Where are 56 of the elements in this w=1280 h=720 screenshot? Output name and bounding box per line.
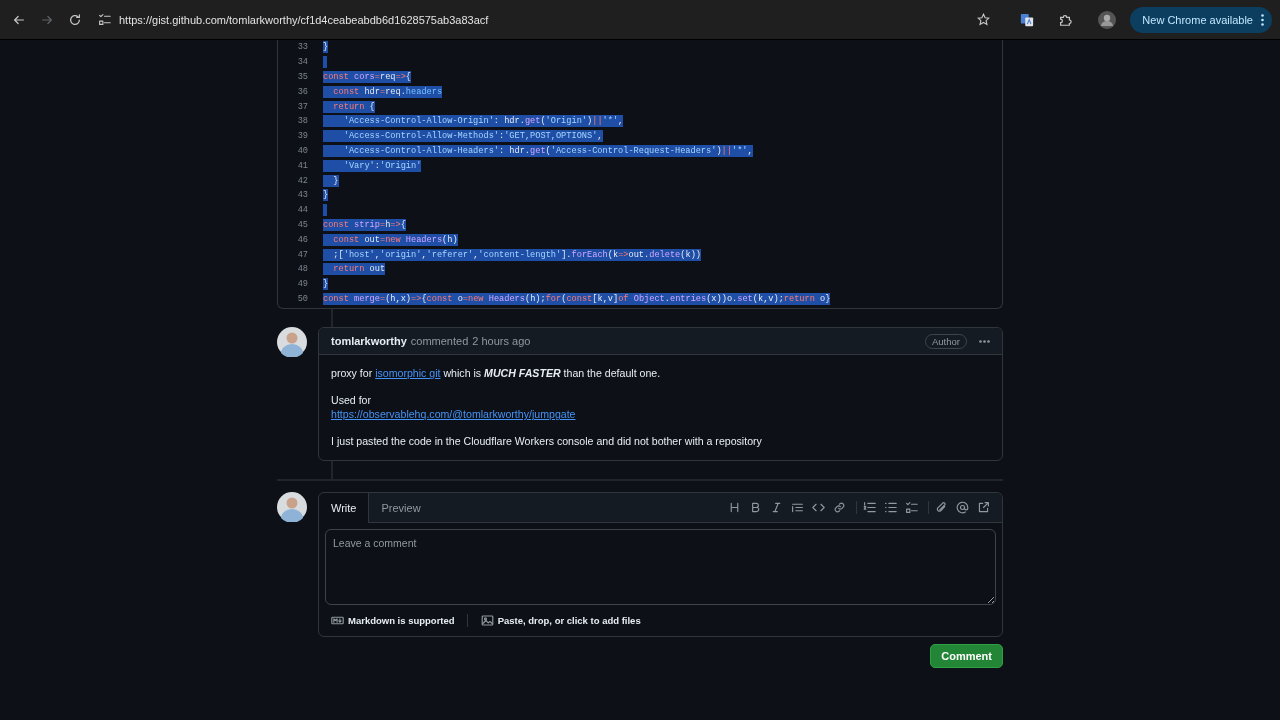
reload-button-icon [68, 12, 82, 27]
line-number: 44 [296, 205, 309, 216]
heading-icon[interactable] [728, 501, 741, 515]
link[interactable]: isomorphic git [375, 367, 441, 380]
profile-avatar[interactable] [1098, 10, 1117, 29]
line-number: 48 [296, 264, 309, 275]
markdown-note[interactable]: Markdown is supported [348, 615, 455, 627]
line-number: 39 [296, 131, 309, 142]
line-number: 46 [296, 234, 309, 245]
comment-text: Used for https://observablehq.com/@tomlarkworthy/jumpgate [331, 393, 577, 422]
unordered-list-icon[interactable] [884, 501, 897, 515]
attach-files-link[interactable]: Paste, drop, or click to add files [497, 615, 641, 627]
line-number: 49 [296, 279, 309, 290]
line-number: 40 [296, 145, 309, 156]
attach-icon[interactable] [935, 501, 948, 515]
url-text[interactable]: https://gist.github.com/tomlarkworthy/cf1d4ceabeabdb6d1628575ab3a83acf [119, 13, 489, 26]
line-number: 42 [296, 175, 309, 186]
line-number: 33 [296, 42, 309, 53]
comment-field[interactable]: Leave a comment [325, 529, 996, 606]
link-icon[interactable] [833, 501, 846, 515]
ordered-list-icon[interactable] [863, 501, 876, 515]
reference-icon[interactable] [977, 501, 990, 515]
site-info-icon [98, 13, 111, 26]
line-number: 47 [296, 249, 309, 260]
image-icon [480, 614, 494, 628]
task-list-icon[interactable] [905, 501, 918, 515]
avatar [277, 327, 307, 358]
italic-icon[interactable] [770, 501, 783, 515]
more-icon [1261, 13, 1264, 26]
translate-icon[interactable] [1020, 12, 1035, 27]
comment-time[interactable]: 2 hours ago [472, 335, 531, 348]
comment-text: proxy for isomorphic git which is MUCH FASTER than the default one. [331, 366, 662, 381]
line-number: 34 [296, 57, 309, 68]
line-number: 36 [296, 86, 309, 97]
line-number: 37 [296, 101, 309, 112]
line-number: 45 [296, 219, 309, 230]
line-number: 50 [296, 293, 309, 304]
mention-icon[interactable] [956, 501, 969, 515]
more-icon[interactable] [979, 339, 990, 343]
editor-tab[interactable]: Preview [369, 493, 433, 523]
quote-icon[interactable] [791, 501, 804, 515]
editor-tab[interactable]: Write [319, 493, 370, 524]
line-number: 41 [296, 160, 309, 171]
puzzle-icon[interactable] [1058, 12, 1073, 27]
comment-text: I just pasted the code in the Cloudflare Workers console and did not bother with a repository [331, 434, 763, 449]
link[interactable]: https://observablehq.com/@tomlarkworthy/jumpgate [331, 408, 576, 421]
update-button[interactable]: New Chrome available [1130, 6, 1272, 33]
line-number: 43 [296, 190, 309, 201]
line-number: 35 [296, 72, 309, 82]
avatar [277, 492, 307, 523]
comment-button[interactable]: Comment [930, 644, 1003, 669]
line-number: 38 [296, 116, 309, 127]
bold-icon[interactable] [749, 501, 762, 515]
author-name[interactable]: tomlarkworthy [331, 335, 407, 348]
star-icon[interactable] [977, 13, 991, 26]
comment-action: commented [410, 335, 469, 348]
